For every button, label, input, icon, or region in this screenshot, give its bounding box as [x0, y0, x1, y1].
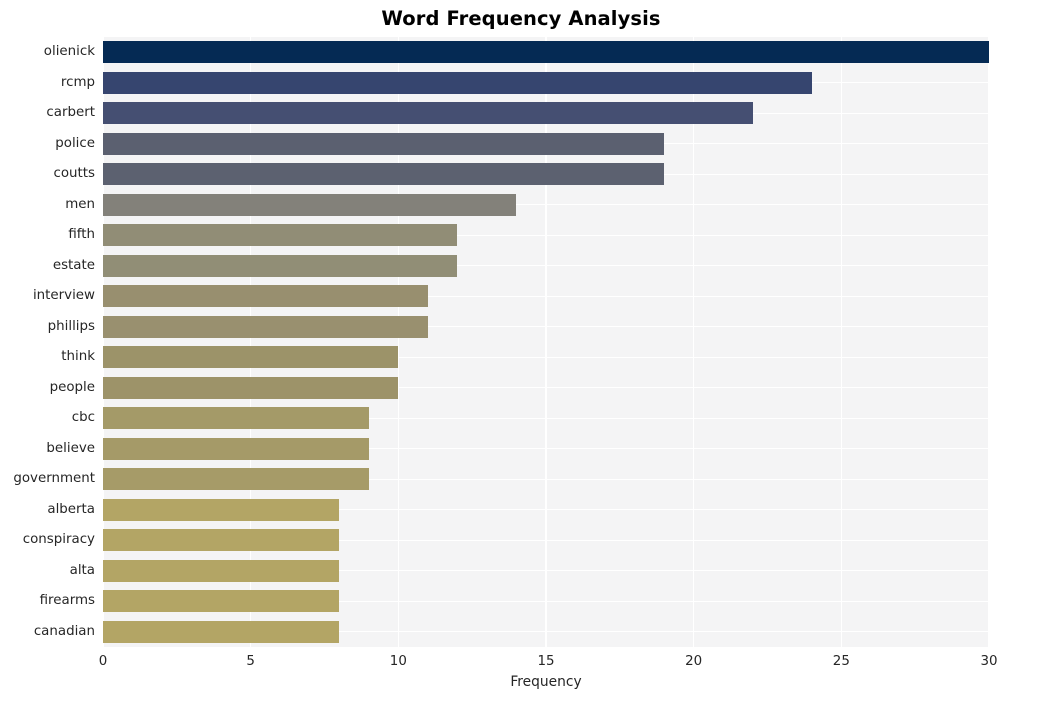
bar [103, 285, 428, 308]
bar [103, 376, 399, 399]
bar [103, 590, 340, 613]
bar [103, 346, 399, 369]
bar [103, 224, 458, 247]
bar [103, 529, 340, 552]
y-axis-tick-label: think [61, 349, 95, 365]
bar [103, 498, 340, 521]
bar [103, 41, 989, 64]
x-axis-tick-label: 20 [685, 654, 703, 669]
y-axis-tick-label: conspiracy [22, 532, 95, 548]
bar [103, 559, 340, 582]
vertical-gridline [249, 37, 252, 647]
x-axis-label: Frequency [510, 674, 582, 690]
bar [103, 437, 369, 460]
y-axis-tick-label: police [55, 135, 95, 151]
x-axis-tick-label: 5 [246, 654, 255, 669]
x-axis-tick-label: 25 [832, 654, 850, 669]
x-axis-tick-label: 0 [98, 654, 108, 669]
y-axis-tick-label: alta [69, 562, 95, 578]
bar [103, 468, 369, 491]
x-axis-tick-label: 30 [980, 654, 998, 669]
y-axis-tick-label: men [65, 196, 95, 212]
y-axis-tick-label: fifth [68, 227, 95, 243]
vertical-gridline [988, 37, 989, 647]
y-axis-tick-label: people [49, 379, 95, 395]
bar [103, 620, 340, 643]
y-axis-tick-label: interview [32, 288, 95, 304]
bar [103, 193, 517, 216]
bar [103, 163, 665, 186]
y-axis-tick-label: carbert [46, 105, 95, 121]
y-axis-tick-label: alberta [47, 501, 95, 517]
x-axis-tick-label: 10 [389, 654, 407, 669]
y-axis-tick-label: believe [46, 440, 95, 456]
bar [103, 254, 458, 277]
chart-figure: Word Frequency Analysis olienick rcmp carb… [0, 0, 1042, 701]
vertical-gridline [545, 37, 547, 647]
vertical-gridline [840, 37, 843, 647]
vertical-gridline [692, 37, 695, 647]
vertical-gridline [397, 37, 400, 647]
bar [103, 102, 753, 125]
y-axis-tick-label: phillips [47, 318, 95, 334]
y-axis-tick-labels: olienick rcmp carbert police coutts men fifth e… [0, 37, 95, 647]
y-axis-tick-label: rcmp [60, 74, 95, 90]
x-axis-tick-labels: 0 5 10 15 20 25 30 [0, 650, 1042, 674]
y-axis-tick-label: government [13, 471, 95, 487]
bar [103, 71, 812, 94]
bar [103, 315, 428, 338]
y-axis-tick-label: firearms [39, 593, 95, 609]
bar [103, 407, 369, 430]
vertical-gridline [103, 37, 104, 647]
plot-area [103, 37, 989, 647]
chart-title: Word Frequency Analysis [381, 7, 661, 30]
y-axis-tick-label: olienick [43, 44, 95, 60]
y-axis-tick-label: canadian [33, 623, 95, 639]
y-axis-tick-label: cbc [71, 410, 95, 426]
x-axis-tick-label: 15 [537, 654, 555, 669]
bar [103, 132, 665, 155]
y-axis-tick-label: estate [52, 257, 95, 273]
y-axis-tick-label: coutts [53, 166, 95, 182]
